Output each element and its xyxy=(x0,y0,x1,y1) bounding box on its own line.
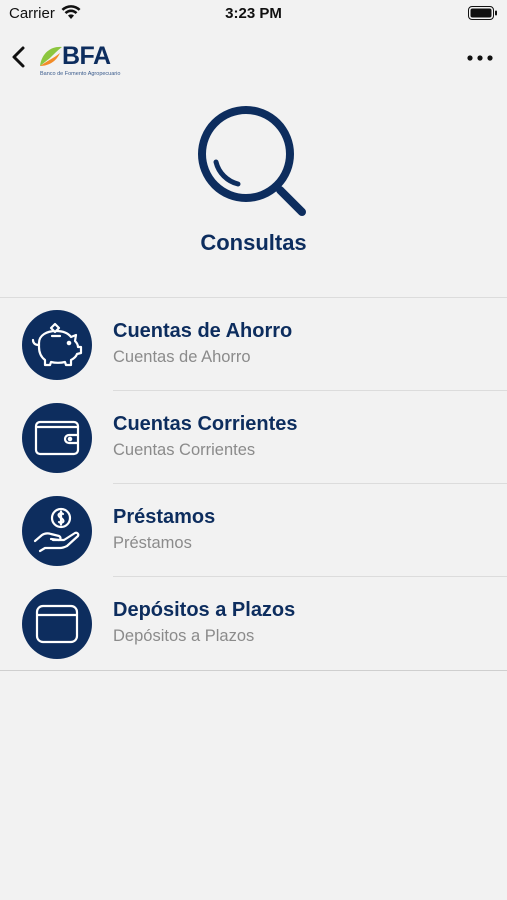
status-bar: Carrier 3:23 PM xyxy=(0,0,507,28)
menu-item-title: Cuentas de Ahorro xyxy=(113,320,293,342)
menu-item-title: Cuentas Corrientes xyxy=(113,413,298,435)
menu-item-subtitle: Cuentas Corrientes xyxy=(113,441,256,459)
search-icon xyxy=(196,104,312,225)
menu-item-cuentas-corrientes[interactable]: Cuentas Corrientes Cuentas Corrientes xyxy=(0,391,507,484)
chevron-left-icon xyxy=(8,46,32,76)
menu-item-cuentas-ahorro[interactable]: Cuentas de Ahorro Cuentas de Ahorro xyxy=(0,298,507,391)
more-button[interactable] xyxy=(465,46,495,68)
menu-item-title: Depósitos a Plazos xyxy=(113,599,296,621)
page-title: Consultas xyxy=(200,230,307,255)
menu-item-prestamos[interactable]: Préstamos Préstamos xyxy=(0,484,507,577)
menu-item-subtitle: Cuentas de Ahorro xyxy=(113,348,251,366)
wallet-icon xyxy=(22,403,92,473)
logo-subtitle: Banco de Fomento Agropecuario xyxy=(40,71,121,77)
piggy-bank-icon xyxy=(22,310,92,380)
back-button[interactable] xyxy=(8,42,32,72)
nav-bar: BFA Banco de Fomento Agropecuario xyxy=(0,36,507,80)
hand-coin-icon xyxy=(22,496,92,566)
menu-list: Cuentas de Ahorro Cuentas de Ahorro Cuen… xyxy=(0,297,507,671)
menu-item-title: Préstamos xyxy=(113,506,216,528)
menu-item-subtitle: Depósitos a Plazos xyxy=(113,627,255,645)
bfa-logo: BFA Banco de Fomento Agropecuario xyxy=(38,42,130,78)
status-time: 3:23 PM xyxy=(225,5,282,22)
menu-item-subtitle: Préstamos xyxy=(113,534,192,552)
logo-text: BFA xyxy=(62,42,111,70)
more-horizontal-icon xyxy=(465,55,495,72)
menu-item-depositos-plazos[interactable]: Depósitos a Plazos Depósitos a Plazos xyxy=(0,577,507,670)
battery-icon xyxy=(468,6,498,25)
card-icon xyxy=(22,589,92,659)
